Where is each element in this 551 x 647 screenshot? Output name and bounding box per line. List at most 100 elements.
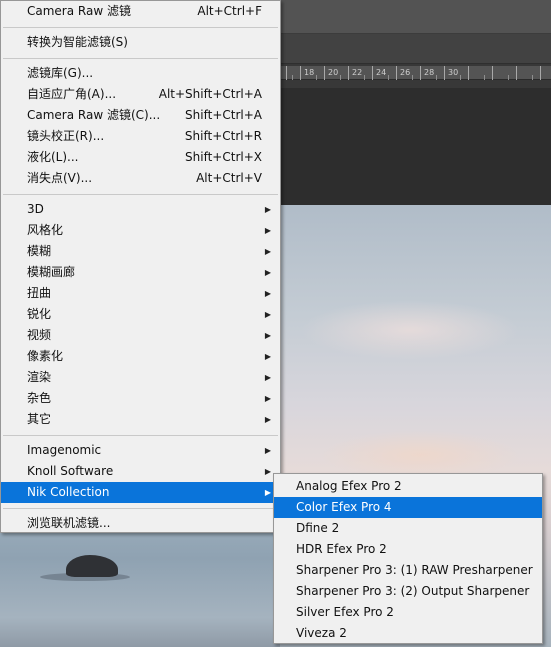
ruler-tick <box>468 66 469 80</box>
menu-separator <box>3 58 278 59</box>
menu-item-label: Silver Efex Pro 2 <box>296 605 394 619</box>
submenu-item-raw-presharpener[interactable]: Sharpener Pro 3: (1) RAW Presharpener <box>274 560 542 581</box>
menu-item-label: 风格化 <box>27 223 64 237</box>
menu-item-vanishing-point[interactable]: 消失点(V)... Alt+Ctrl+V <box>1 168 280 189</box>
menu-item-blur-gallery[interactable]: 模糊画廊 ▶ <box>1 262 280 283</box>
ruler-label: 28 <box>424 68 435 77</box>
submenu-arrow-icon: ▶ <box>264 226 271 235</box>
ruler-label: 22 <box>352 68 363 77</box>
menu-item-shortcut: Alt+Ctrl+F <box>197 4 262 18</box>
menu-item-camera-raw-last[interactable]: Camera Raw 滤镜 Alt+Ctrl+F <box>1 1 280 22</box>
menu-item-camera-raw-filter[interactable]: Camera Raw 滤镜(C)... Shift+Ctrl+A <box>1 105 280 126</box>
menu-item-sharpen[interactable]: 锐化 ▶ <box>1 304 280 325</box>
canvas-photo-cloud <box>300 300 520 360</box>
menu-item-imagenomic[interactable]: Imagenomic ▶ <box>1 440 280 461</box>
ruler-tick <box>436 75 437 80</box>
menu-item-browse-online-filters[interactable]: 浏览联机滤镜... <box>1 513 280 534</box>
submenu-arrow-icon: ▶ <box>264 352 271 361</box>
ruler-tick <box>492 66 493 80</box>
submenu-arrow-icon: ▶ <box>264 268 271 277</box>
submenu-arrow-icon: ▶ <box>264 205 271 214</box>
submenu-arrow-icon: ▶ <box>264 394 271 403</box>
ruler-tick <box>420 66 421 80</box>
menu-item-video[interactable]: 视频 ▶ <box>1 325 280 346</box>
menu-item-render[interactable]: 渲染 ▶ <box>1 367 280 388</box>
menu-item-label: Imagenomic <box>27 443 102 457</box>
menu-item-label: Camera Raw 滤镜 <box>27 4 131 18</box>
menu-item-shortcut: Shift+Ctrl+X <box>185 150 262 164</box>
ruler-label: 20 <box>328 68 339 77</box>
ruler-tick <box>484 75 485 80</box>
menu-item-pixelate[interactable]: 像素化 ▶ <box>1 346 280 367</box>
menu-item-knoll-software[interactable]: Knoll Software ▶ <box>1 461 280 482</box>
menu-item-label: 转换为智能滤镜(S) <box>27 35 128 49</box>
submenu-arrow-icon: ▶ <box>264 247 271 256</box>
ruler-label: 24 <box>376 68 387 77</box>
submenu-arrow-icon: ▶ <box>264 331 271 340</box>
menu-item-adaptive-wide-angle[interactable]: 自适应广角(A)... Alt+Shift+Ctrl+A <box>1 84 280 105</box>
menu-item-label: Sharpener Pro 3: (2) Output Sharpener <box>296 584 530 598</box>
menu-item-label: Viveza 2 <box>296 626 347 640</box>
menu-item-shortcut: Alt+Shift+Ctrl+A <box>158 87 262 101</box>
ruler-label: 18 <box>304 68 315 77</box>
menu-separator <box>3 194 278 195</box>
menu-item-label: 模糊 <box>27 244 52 258</box>
menu-item-label: 锐化 <box>27 307 52 321</box>
menu-item-noise[interactable]: 杂色 ▶ <box>1 388 280 409</box>
menu-item-nik-collection[interactable]: Nik Collection ▶ <box>1 482 280 503</box>
submenu-arrow-icon: ▶ <box>264 289 271 298</box>
ruler-tick <box>540 66 541 80</box>
menu-item-convert-smart-filter[interactable]: 转换为智能滤镜(S) <box>1 32 280 53</box>
ruler-label: 26 <box>400 68 411 77</box>
submenu-item-analog-efex-pro[interactable]: Analog Efex Pro 2 <box>274 476 542 497</box>
menu-item-label: Nik Collection <box>27 485 110 499</box>
submenu-arrow-icon: ▶ <box>264 467 271 476</box>
ruler-tick <box>396 66 397 80</box>
submenu-arrow-icon: ▶ <box>264 310 271 319</box>
ruler-label: 30 <box>448 68 459 77</box>
ruler-tick <box>292 75 293 80</box>
menu-item-shortcut: Alt+Ctrl+V <box>196 171 262 185</box>
menu-item-label: HDR Efex Pro 2 <box>296 542 387 556</box>
submenu-arrow-icon: ▶ <box>264 488 271 497</box>
menu-item-3d[interactable]: 3D ▶ <box>1 199 280 220</box>
submenu-item-viveza[interactable]: Viveza 2 <box>274 623 542 644</box>
menu-item-other[interactable]: 其它 ▶ <box>1 409 280 430</box>
menu-item-distort[interactable]: 扭曲 ▶ <box>1 283 280 304</box>
menu-separator <box>3 27 278 28</box>
ruler-tick <box>460 75 461 80</box>
menu-item-liquify[interactable]: 液化(L)... Shift+Ctrl+X <box>1 147 280 168</box>
submenu-item-hdr-efex-pro[interactable]: HDR Efex Pro 2 <box>274 539 542 560</box>
ruler-tick <box>300 66 301 80</box>
menu-item-label: 浏览联机滤镜... <box>27 516 111 530</box>
ruler-tick <box>388 75 389 80</box>
menu-item-label: 模糊画廊 <box>27 265 76 279</box>
submenu-item-silver-efex-pro[interactable]: Silver Efex Pro 2 <box>274 602 542 623</box>
submenu-item-color-efex-pro[interactable]: Color Efex Pro 4 <box>274 497 542 518</box>
menu-item-label: Dfine 2 <box>296 521 340 535</box>
menu-item-filter-gallery[interactable]: 滤镜库(G)... <box>1 63 280 84</box>
ruler-tick <box>340 75 341 80</box>
ruler-tick <box>348 66 349 80</box>
menu-item-label: 镜头校正(R)... <box>27 129 105 143</box>
menu-item-label: 3D <box>27 202 44 216</box>
menu-item-label: Analog Efex Pro 2 <box>296 479 402 493</box>
submenu-item-dfine[interactable]: Dfine 2 <box>274 518 542 539</box>
ruler-tick <box>412 75 413 80</box>
menu-item-label: Color Efex Pro 4 <box>296 500 392 514</box>
menu-item-stylize[interactable]: 风格化 ▶ <box>1 220 280 241</box>
ruler-tick <box>372 66 373 80</box>
menu-item-shortcut: Shift+Ctrl+R <box>184 129 262 143</box>
menu-item-blur[interactable]: 模糊 ▶ <box>1 241 280 262</box>
submenu-item-output-sharpener[interactable]: Sharpener Pro 3: (2) Output Sharpener <box>274 581 542 602</box>
menu-item-label: 扭曲 <box>27 286 52 300</box>
ruler-tick <box>444 66 445 80</box>
menu-separator <box>3 435 278 436</box>
menu-item-label: 液化(L)... <box>27 150 79 164</box>
ruler-tick <box>324 66 325 80</box>
menu-item-lens-correction[interactable]: 镜头校正(R)... Shift+Ctrl+R <box>1 126 280 147</box>
nik-collection-submenu: Analog Efex Pro 2 Color Efex Pro 4 Dfine… <box>273 473 543 644</box>
submenu-arrow-icon: ▶ <box>264 446 271 455</box>
horizontal-ruler: 18 20 22 24 26 28 30 <box>280 66 551 80</box>
menu-item-label: 渲染 <box>27 370 52 384</box>
